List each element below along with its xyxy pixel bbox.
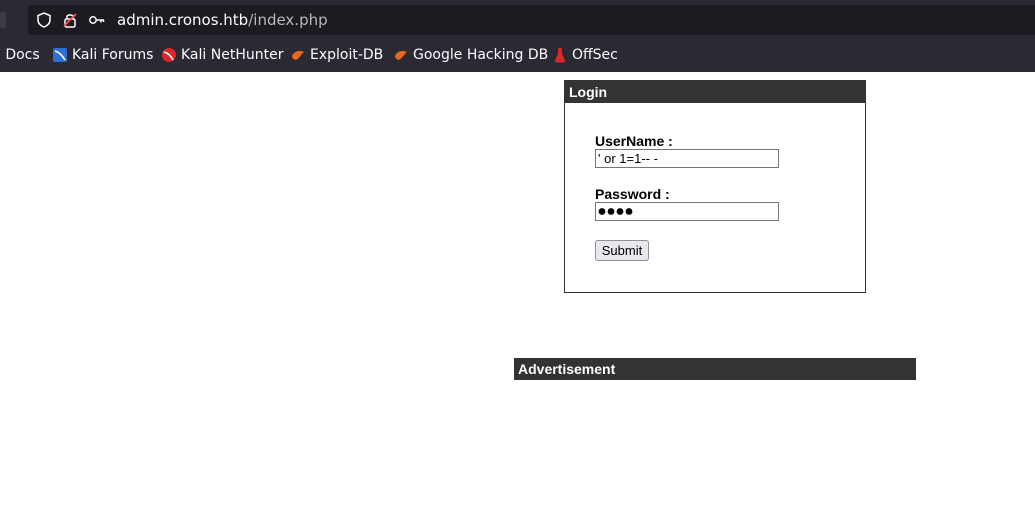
back-button-edge[interactable] xyxy=(0,12,6,28)
bookmark-label: i Docs xyxy=(0,47,40,63)
password-mask xyxy=(598,208,633,215)
bookmark-exploit-db[interactable]: Exploit-DB xyxy=(290,47,383,63)
bookmark-kali-forums[interactable]: Kali Forums xyxy=(52,47,153,63)
login-panel: Login UserName : ' or 1=1-- - Password :… xyxy=(564,80,866,293)
kali-forums-icon xyxy=(53,48,67,62)
address-bar[interactable]: admin.cronos.htb/index.php xyxy=(28,5,1035,35)
username-input[interactable]: ' or 1=1-- - xyxy=(595,149,779,168)
login-panel-title: Login xyxy=(565,81,865,103)
url-text[interactable]: admin.cronos.htb/index.php xyxy=(117,11,328,29)
offsec-icon xyxy=(555,48,565,63)
bookmark-label: Kali Forums xyxy=(72,47,154,63)
exploit-db-icon xyxy=(292,51,304,60)
bookmark-label: Google Hacking DB xyxy=(413,47,549,63)
advertisement-title: Advertisement xyxy=(514,358,916,380)
password-input[interactable] xyxy=(595,202,779,221)
bookmark-label: Exploit-DB xyxy=(310,47,384,63)
bookmark-google-hacking-db[interactable]: Google Hacking DB xyxy=(393,47,548,63)
password-label: Password : xyxy=(595,186,670,202)
url-path: /index.php xyxy=(248,11,328,29)
shield-icon[interactable] xyxy=(35,11,53,29)
bookmark-kali-docs[interactable]: i Docs xyxy=(0,47,40,63)
kali-nethunter-icon xyxy=(162,48,176,62)
bookmark-kali-nethunter[interactable]: Kali NetHunter xyxy=(161,47,283,63)
bookmark-offsec[interactable]: OffSec xyxy=(552,47,618,63)
username-label: UserName : xyxy=(595,133,673,149)
key-icon[interactable] xyxy=(88,11,106,29)
bookmarks-toolbar: i Docs Kali Forums Kali NetHunter Exploi… xyxy=(0,44,1035,68)
google-hacking-db-icon xyxy=(395,51,407,60)
submit-button[interactable]: Submit xyxy=(595,240,649,261)
url-host: admin.cronos.htb xyxy=(117,11,249,29)
bookmark-label: Kali NetHunter xyxy=(181,47,284,63)
bookmark-label: OffSec xyxy=(572,47,618,63)
browser-chrome: admin.cronos.htb/index.php i Docs Kali F… xyxy=(0,0,1035,72)
insecure-lock-icon[interactable] xyxy=(61,11,79,29)
